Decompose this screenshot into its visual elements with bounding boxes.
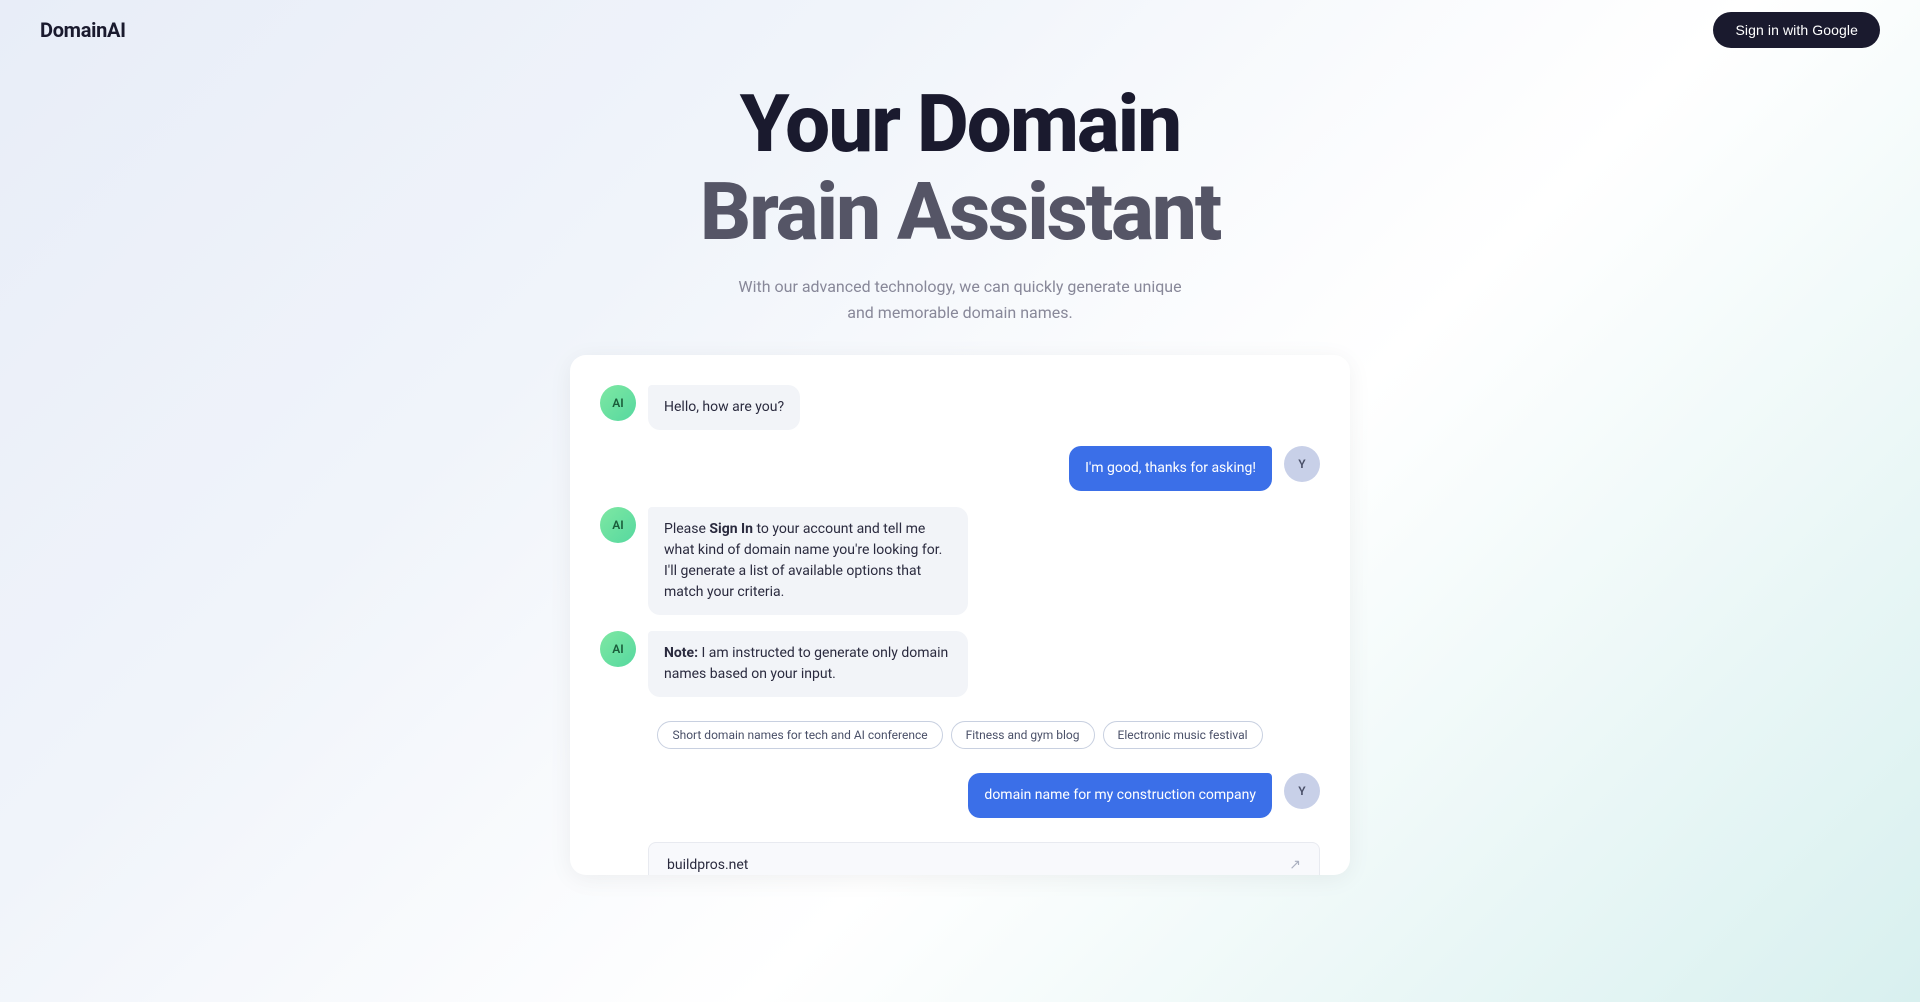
bubble-ai-3: Please Sign In to your account and tell … — [648, 507, 968, 615]
suggestion-chip-3[interactable]: Electronic music festival — [1103, 721, 1263, 749]
ai-avatar-4: AI — [600, 631, 636, 667]
logo: DomainAI — [40, 18, 126, 42]
domain-result-1[interactable]: buildpros.net ↗ — [648, 842, 1320, 875]
hero-subtitle: With our advanced technology, we can qui… — [0, 274, 1920, 325]
message-row-4: AI Note: I am instructed to generate onl… — [600, 631, 1320, 697]
bubble-user-2: I'm good, thanks for asking! — [1069, 446, 1272, 491]
domain-results-container: buildpros.net ↗ constructhub.org ↗ — [648, 834, 1320, 875]
message-row-1: AI Hello, how are you? — [600, 385, 1320, 430]
message-row-3: AI Please Sign In to your account and te… — [600, 507, 1320, 615]
hero-title-line1: Your Domain — [0, 80, 1920, 168]
bubble-user-5: domain name for my construction company — [968, 773, 1272, 818]
message-row-5: Y domain name for my construction compan… — [600, 773, 1320, 818]
user-avatar-5: Y — [1284, 773, 1320, 809]
suggestions-row: Short domain names for tech and AI confe… — [600, 721, 1320, 749]
bubble-ai-4: Note: I am instructed to generate only d… — [648, 631, 968, 697]
chat-container: AI Hello, how are you? Y I'm good, thank… — [570, 355, 1350, 875]
note-bold: Note: — [664, 645, 698, 661]
ai-avatar-1: AI — [600, 385, 636, 421]
chat-wrapper: AI Hello, how are you? Y I'm good, thank… — [0, 355, 1920, 875]
header: DomainAI Sign in with Google — [0, 0, 1920, 60]
sign-in-bold: Sign In — [709, 521, 753, 537]
ai-avatar-3: AI — [600, 507, 636, 543]
suggestion-chip-2[interactable]: Fitness and gym blog — [951, 721, 1095, 749]
suggestion-chip-1[interactable]: Short domain names for tech and AI confe… — [657, 721, 942, 749]
external-link-icon-1: ↗ — [1289, 857, 1301, 873]
hero-title-line2: Brain Assistant — [0, 168, 1920, 256]
bubble-ai-1: Hello, how are you? — [648, 385, 800, 430]
sign-in-button[interactable]: Sign in with Google — [1713, 12, 1880, 48]
message-row-2: Y I'm good, thanks for asking! — [600, 446, 1320, 491]
messages-list: AI Hello, how are you? Y I'm good, thank… — [600, 385, 1320, 875]
user-avatar-2: Y — [1284, 446, 1320, 482]
